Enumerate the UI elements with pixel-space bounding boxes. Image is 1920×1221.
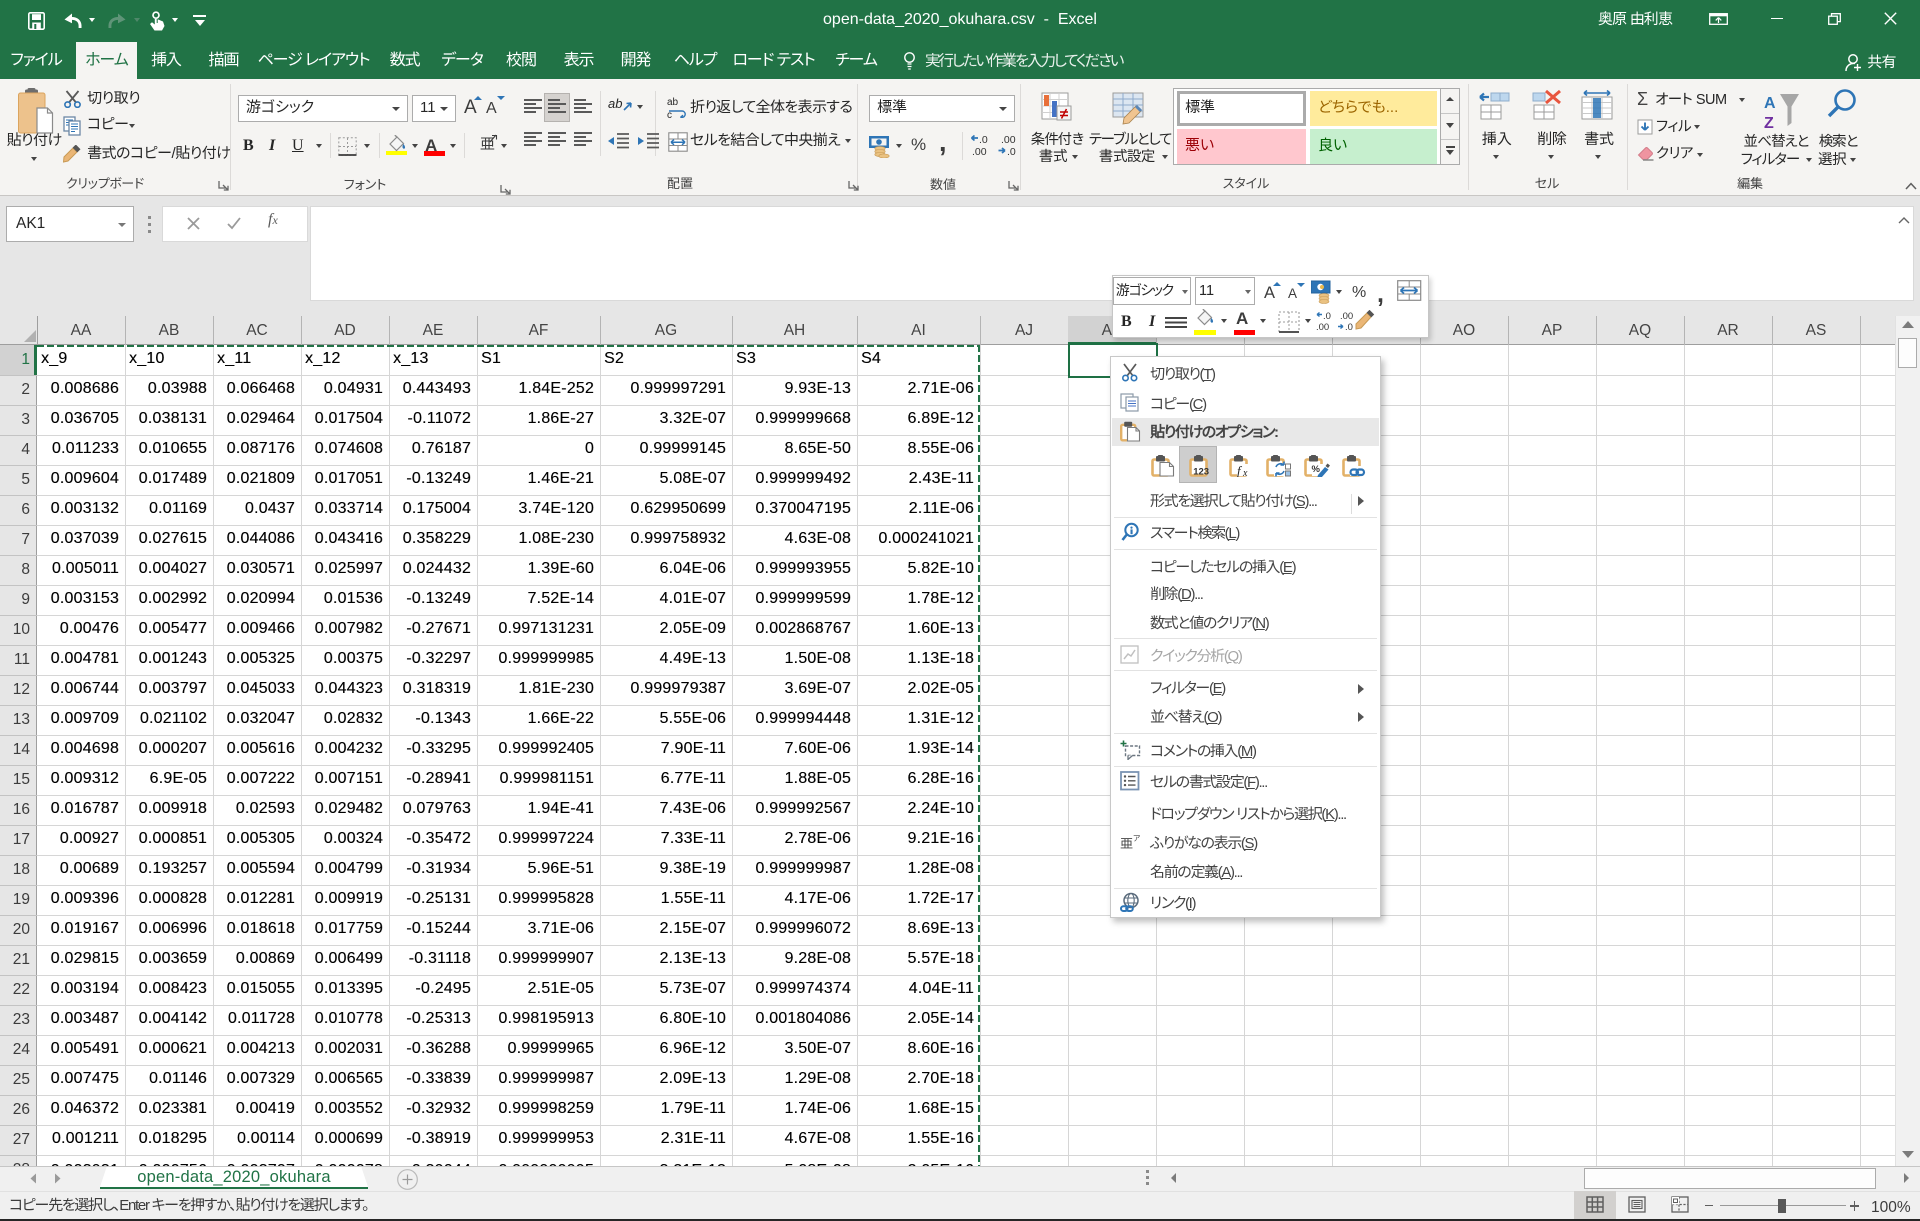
svg-text:.00: .00 (1340, 311, 1353, 322)
svg-text:c: c (667, 110, 672, 118)
svg-text:Z: Z (1764, 115, 1774, 128)
svg-text:.0: .0 (979, 134, 988, 146)
svg-text:ab: ab (667, 97, 679, 108)
svg-text:ab: ab (608, 96, 622, 111)
svg-text:x: x (1242, 468, 1248, 477)
svg-text:.0: .0 (1345, 322, 1353, 333)
svg-text:ア: ア (1133, 834, 1140, 843)
svg-text:.00: .00 (1001, 134, 1016, 146)
svg-text:.00: .00 (972, 146, 987, 155)
svg-text:亜: 亜 (1120, 836, 1133, 851)
svg-text:.0: .0 (1007, 146, 1016, 155)
svg-text:.0: .0 (1323, 311, 1331, 322)
svg-text:.00: .00 (1316, 322, 1329, 333)
svg-text:A: A (1764, 95, 1776, 112)
svg-text:%: % (1312, 464, 1321, 475)
svg-text:123: 123 (1193, 466, 1209, 477)
